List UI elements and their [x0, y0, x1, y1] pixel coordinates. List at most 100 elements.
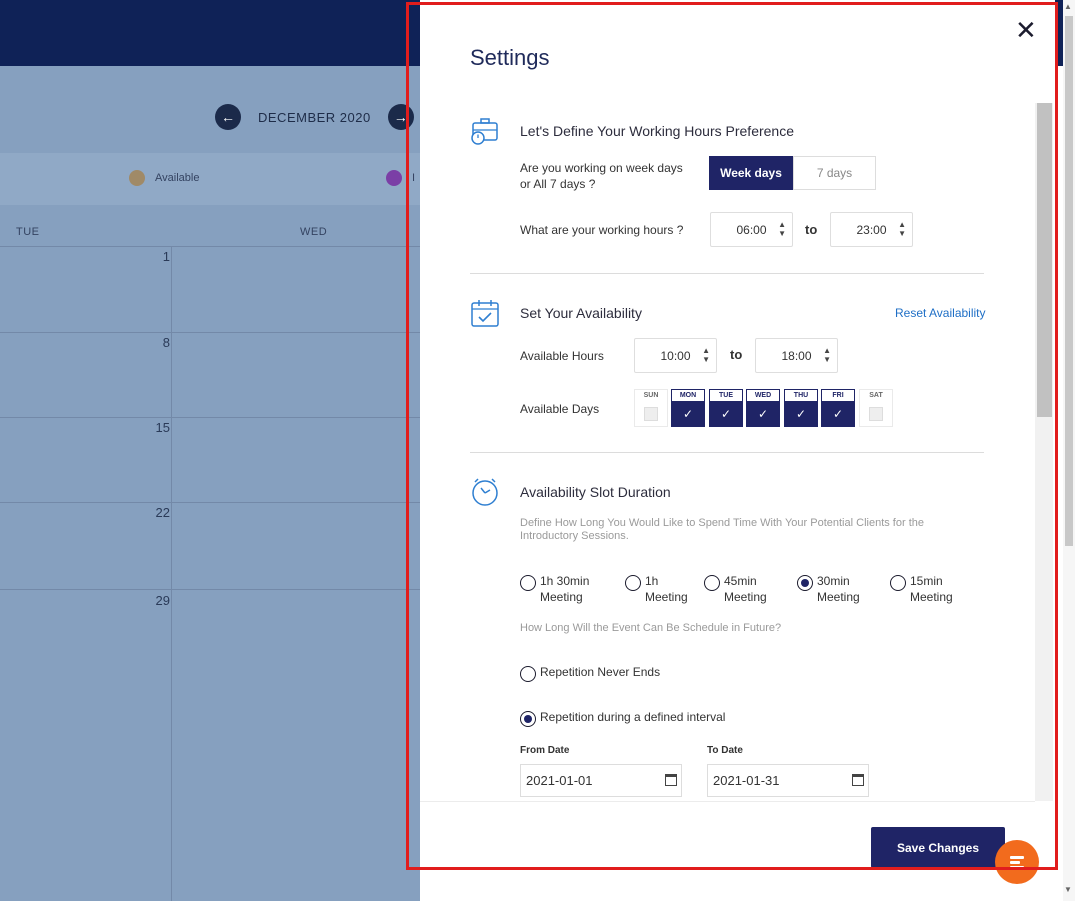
from-date-value: 2021-01-01 — [526, 773, 593, 788]
week-days-option[interactable]: Week days — [709, 156, 793, 190]
check-icon: ✓ — [757, 406, 769, 421]
future-question: How Long Will the Event Can Be Schedule … — [520, 622, 782, 634]
day-checkbox-tue[interactable]: TUE ✓ — [709, 389, 743, 427]
duration-option-90[interactable]: 1h 30min Meeting — [520, 573, 589, 605]
purple-dot-icon — [386, 170, 402, 186]
duration-option-60[interactable]: 1h Meeting — [625, 573, 688, 605]
calendar-check-icon — [471, 300, 499, 327]
radio-empty-icon — [625, 575, 641, 591]
radio-empty-icon — [890, 575, 906, 591]
from-date-input[interactable]: 2021-01-01 — [520, 764, 682, 797]
day-checkbox-wed[interactable]: WED ✓ — [746, 389, 780, 427]
month-label: DECEMBER 2020 — [258, 109, 371, 125]
day-header-wed: WED — [300, 226, 328, 238]
calendar-icon[interactable] — [665, 774, 677, 786]
scroll-up-icon[interactable]: ▲ — [1064, 2, 1072, 11]
duration-label: 1h — [645, 574, 659, 588]
unchecked-box-icon — [869, 406, 883, 421]
working-hours-question: What are your working hours ? — [520, 223, 684, 237]
seven-days-option[interactable]: 7 days — [793, 156, 876, 190]
window-scroll-thumb[interactable] — [1065, 16, 1073, 546]
clock-icon — [472, 478, 498, 506]
duration-sub: Meeting — [724, 590, 767, 604]
legend-item-second: I — [386, 170, 415, 186]
availability-title: Set Your Availability — [520, 305, 642, 321]
save-changes-button[interactable]: Save Changes — [871, 827, 1005, 868]
date-cell[interactable]: 22 — [130, 505, 170, 520]
date-cell[interactable]: 1 — [130, 249, 170, 264]
check-icon: ✓ — [832, 406, 844, 421]
week-days-question: Are you working on week days or All 7 da… — [520, 161, 683, 191]
available-from-value: 10:00 — [660, 348, 691, 363]
date-cell[interactable]: 8 — [130, 335, 170, 350]
check-icon: ✓ — [795, 406, 807, 421]
chat-widget-icon[interactable] — [995, 840, 1039, 884]
close-icon[interactable]: ✕ — [1015, 15, 1037, 45]
legend-label: I — [412, 172, 416, 184]
section-divider — [470, 452, 984, 453]
stepper-icon[interactable]: ▲ ▼ — [823, 346, 831, 364]
duration-option-45[interactable]: 45min Meeting — [704, 573, 767, 605]
stepper-icon[interactable]: ▲ ▼ — [778, 220, 786, 238]
working-from-input[interactable]: 06:00 ▲ ▼ — [710, 212, 793, 247]
stepper-icon[interactable]: ▲ ▼ — [898, 220, 906, 238]
working-hours-title: Let's Define Your Working Hours Preferen… — [520, 123, 795, 139]
grid-line — [0, 417, 420, 418]
day-checkbox-sun[interactable]: SUN — [634, 389, 668, 427]
available-hours-label: Available Hours — [520, 349, 604, 363]
unchecked-box-icon — [644, 406, 658, 421]
working-to-input[interactable]: 23:00 ▲ ▼ — [830, 212, 913, 247]
month-navigator: ← DECEMBER 2020 → — [215, 104, 414, 130]
day-label: WED — [747, 390, 779, 401]
reset-availability-link[interactable]: Reset Availability — [895, 306, 986, 320]
panel-scroll-thumb[interactable] — [1037, 103, 1052, 417]
footer-divider — [420, 801, 1035, 802]
legend-item-available: Available — [129, 170, 199, 186]
scroll-down-icon[interactable]: ▼ — [1064, 885, 1072, 894]
section-divider — [470, 273, 984, 274]
duration-option-15[interactable]: 15min Meeting — [890, 573, 953, 605]
grid-line — [0, 332, 420, 333]
duration-option-30[interactable]: 30min Meeting — [797, 573, 860, 605]
repetition-interval-option[interactable]: Repetition during a defined interval — [520, 709, 725, 727]
duration-label: 1h 30min — [540, 574, 590, 588]
to-date-input[interactable]: 2021-01-31 — [707, 764, 869, 797]
duration-label: 15min — [910, 574, 943, 588]
duration-sub: Meeting — [645, 590, 688, 604]
day-checkbox-thu[interactable]: THU ✓ — [784, 389, 818, 427]
prev-month-button[interactable]: ← — [215, 104, 241, 130]
legend-label: Available — [155, 172, 200, 184]
duration-sub: Meeting — [910, 590, 953, 604]
stepper-icon[interactable]: ▲ ▼ — [702, 346, 710, 364]
date-cell[interactable]: 29 — [130, 593, 170, 608]
slot-duration-title: Availability Slot Duration — [520, 484, 671, 500]
date-cell[interactable]: 15 — [130, 420, 170, 435]
day-label: TUE — [710, 390, 742, 401]
duration-label: 45min — [724, 574, 757, 588]
duration-label: 30min — [817, 574, 850, 588]
to-date-label: To Date — [707, 745, 743, 756]
available-from-input[interactable]: 10:00 ▲ ▼ — [634, 338, 717, 373]
available-to-input[interactable]: 18:00 ▲ ▼ — [755, 338, 838, 373]
to-label: to — [805, 222, 818, 237]
check-icon: ✓ — [720, 406, 732, 421]
day-checkbox-sat[interactable]: SAT — [859, 389, 893, 427]
repetition-never-option[interactable]: Repetition Never Ends — [520, 664, 660, 682]
radio-selected-icon — [520, 711, 536, 727]
day-checkbox-mon[interactable]: MON ✓ — [671, 389, 705, 427]
day-label: MON — [672, 390, 704, 401]
calendar-icon[interactable] — [852, 774, 864, 786]
radio-empty-icon — [520, 575, 536, 591]
radio-empty-icon — [704, 575, 720, 591]
repetition-interval-label: Repetition during a defined interval — [540, 710, 726, 724]
grid-line — [0, 502, 420, 503]
day-header-tue: TUE — [16, 226, 40, 238]
next-month-button[interactable]: → — [387, 104, 414, 130]
day-checkbox-fri[interactable]: FRI ✓ — [821, 389, 855, 427]
duration-sub: Meeting — [540, 590, 583, 604]
to-date-value: 2021-01-31 — [713, 773, 780, 788]
check-icon: ✓ — [682, 406, 694, 421]
day-label: THU — [785, 390, 817, 401]
to-label: to — [730, 347, 743, 362]
available-dot-icon — [129, 170, 145, 186]
